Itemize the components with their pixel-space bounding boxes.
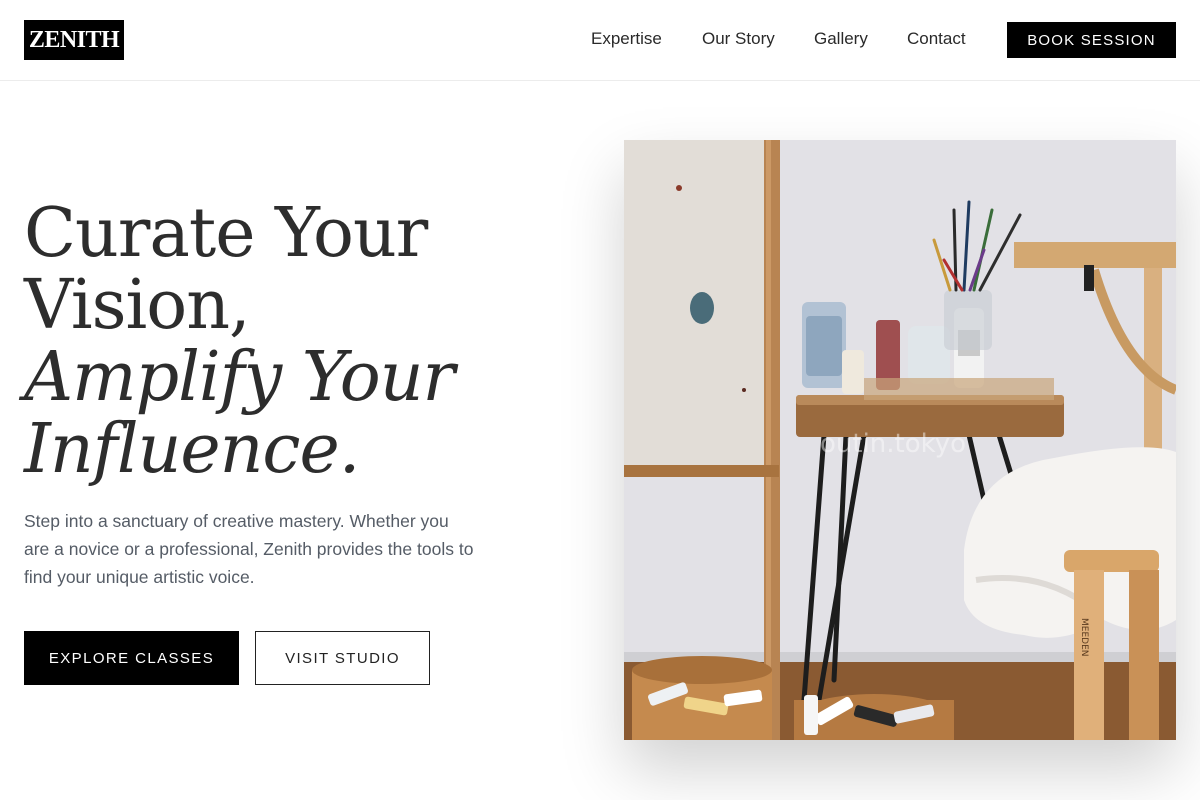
hero-description: Step into a sanctuary of creative master… xyxy=(24,511,474,587)
stool-brand-text: MEEDEN xyxy=(1079,618,1089,657)
site-header: ZENITH Expertise Our Story Gallery Conta… xyxy=(0,0,1200,81)
visit-studio-button[interactable]: VISIT STUDIO xyxy=(255,631,430,685)
hero-title: Curate Your Vision, Amplify Your Influen… xyxy=(24,194,455,489)
nav-link-contact[interactable]: Contact xyxy=(907,29,966,49)
explore-classes-button[interactable]: EXPLORE CLASSES xyxy=(24,631,239,685)
image-watermark: outin.tokyo xyxy=(820,429,966,459)
hero-title-line-1: Curate Your xyxy=(24,194,428,273)
logo[interactable]: ZENITH xyxy=(24,20,124,60)
book-session-button[interactable]: BOOK SESSION xyxy=(1007,22,1176,58)
hero-title-line-4: Influence. xyxy=(24,410,360,489)
hero-image: MEEDEN outin.tokyo xyxy=(624,140,1176,740)
hero-title-line-3: Amplify Your xyxy=(24,338,455,417)
nav-link-gallery[interactable]: Gallery xyxy=(814,29,868,49)
nav-link-expertise[interactable]: Expertise xyxy=(591,29,662,49)
hero-title-line-2: Vision, xyxy=(24,266,251,345)
nav-link-our-story[interactable]: Our Story xyxy=(702,29,775,49)
